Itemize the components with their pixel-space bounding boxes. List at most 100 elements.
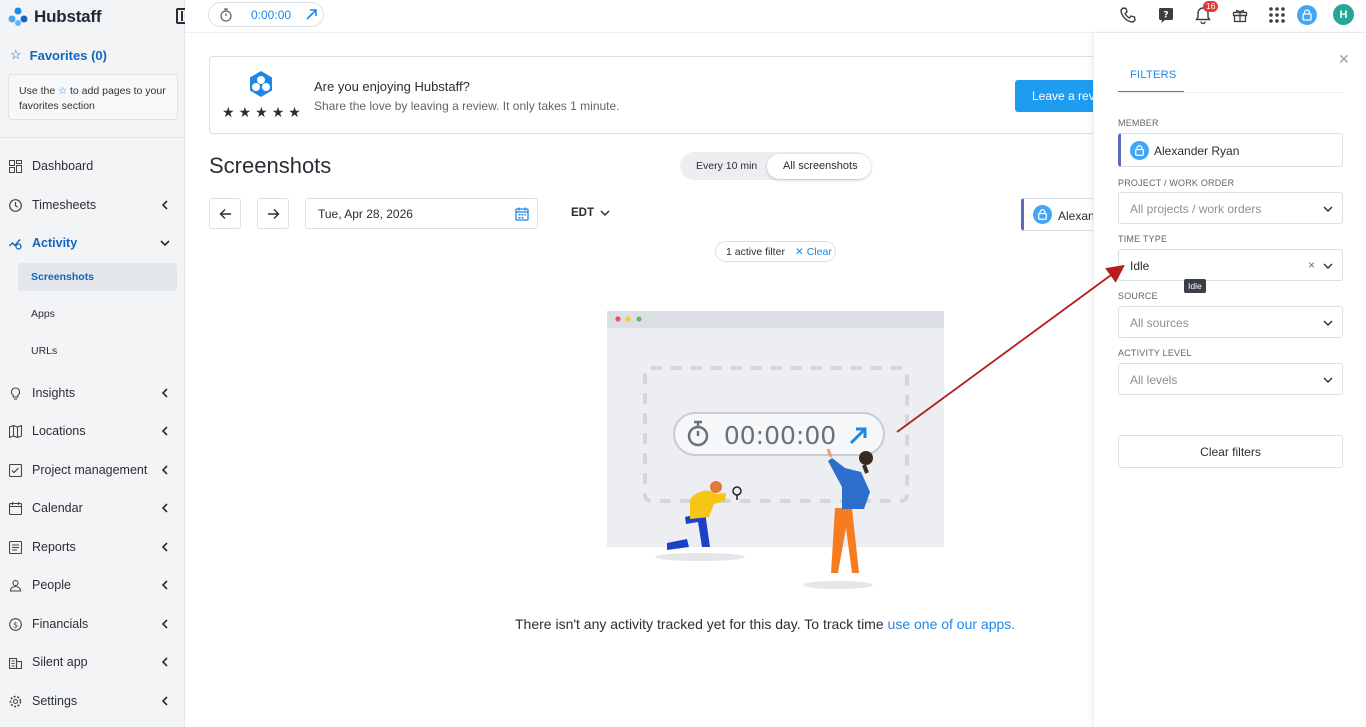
- chevron-left-icon: [161, 426, 168, 436]
- checklist-icon: [9, 463, 22, 477]
- sidebar-item-timesheets[interactable]: Timesheets: [0, 191, 185, 219]
- filters-panel: ✕ FILTERS MEMBER Alexander Ryan PROJECT …: [1093, 33, 1366, 727]
- chevron-down-icon: [1323, 263, 1333, 269]
- favorites-header[interactable]: ☆ Favorites (0): [10, 47, 107, 63]
- star-icon[interactable]: ★: [288, 104, 301, 121]
- sidebar-item-label: Reports: [32, 540, 76, 554]
- chevron-down-icon: [1323, 377, 1333, 383]
- member-select[interactable]: Alexander Ryan: [1021, 198, 1101, 231]
- page-title: Screenshots: [209, 153, 332, 178]
- chevron-left-icon: [161, 503, 168, 513]
- sidebar-item-insights[interactable]: Insights: [0, 379, 185, 407]
- report-icon: [9, 540, 22, 554]
- member-avatar-icon: [1130, 141, 1149, 160]
- member-filter-select[interactable]: Alexander Ryan: [1118, 133, 1343, 167]
- clear-selection-icon[interactable]: ×: [1308, 258, 1315, 272]
- chevron-left-icon: [161, 580, 168, 590]
- date-picker[interactable]: Tue, Apr 28, 2026: [305, 198, 538, 229]
- calendar-icon: [9, 501, 22, 515]
- apps-grid-icon[interactable]: [1267, 5, 1287, 25]
- time-type-label: TIME TYPE: [1118, 234, 1168, 244]
- sidebar-item-label: Financials: [32, 617, 89, 631]
- chevron-left-icon: [161, 542, 168, 552]
- review-banner: ★ ★ ★ ★ ★ Are you enjoying Hubstaff? Sha…: [209, 56, 1175, 134]
- sidebar-divider: [0, 137, 185, 138]
- star-icon[interactable]: ★: [272, 104, 285, 121]
- chevron-left-icon: [161, 696, 168, 706]
- sidebar-item-reports[interactable]: Reports: [0, 533, 185, 561]
- arrow-left-icon: [219, 209, 231, 219]
- sidebar-item-locations[interactable]: Locations: [0, 417, 185, 445]
- phone-icon[interactable]: [1118, 5, 1138, 25]
- help-icon[interactable]: ?: [1156, 5, 1176, 25]
- sidebar-item-label: Activity: [32, 236, 78, 250]
- org-avatar-icon[interactable]: [1297, 5, 1317, 25]
- date-value: Tue, Apr 28, 2026: [318, 207, 413, 221]
- project-placeholder: All projects / work orders: [1130, 202, 1262, 216]
- sidebar-subitem-urls[interactable]: URLs: [18, 337, 177, 365]
- sidebar-item-label: Timesheets: [32, 198, 97, 212]
- lightbulb-icon: [10, 386, 21, 400]
- clock-icon: [9, 198, 22, 212]
- sidebar-item-silent-app[interactable]: Silent app: [0, 648, 185, 676]
- activity-level-filter-select[interactable]: All levels: [1118, 363, 1343, 395]
- toggle-every-10-min[interactable]: Every 10 min: [696, 160, 757, 172]
- sidebar-item-people[interactable]: People: [0, 571, 185, 599]
- sidebar-item-dashboard[interactable]: Dashboard: [0, 152, 185, 180]
- sidebar-item-label: Calendar: [32, 501, 83, 515]
- clear-filters-button[interactable]: Clear filters: [1118, 435, 1343, 468]
- calendar-icon[interactable]: [515, 207, 529, 221]
- close-icon[interactable]: ✕: [1338, 51, 1350, 68]
- sidebar-item-settings[interactable]: Settings: [0, 687, 185, 715]
- banner-subtitle: Share the love by leaving a review. It o…: [314, 99, 620, 113]
- star-icon[interactable]: ★: [222, 104, 235, 121]
- timezone-select[interactable]: EDT: [571, 207, 610, 219]
- previous-day-button[interactable]: [209, 198, 241, 229]
- svg-text:?: ?: [1163, 11, 1168, 21]
- chevron-down-icon: [1323, 320, 1333, 326]
- sidebar-item-financials[interactable]: $ Financials: [0, 610, 185, 638]
- sidebar-item-calendar[interactable]: Calendar: [0, 494, 185, 522]
- next-day-button[interactable]: [257, 198, 289, 229]
- chevron-down-icon: [1323, 206, 1333, 212]
- arrow-right-icon: [268, 209, 280, 219]
- sidebar-subitem-apps[interactable]: Apps: [18, 300, 177, 328]
- activity-level-placeholder: All levels: [1130, 373, 1178, 387]
- timer-value: 0:00:00: [251, 8, 292, 22]
- topbar: 0:00:00 ? 16 H: [185, 0, 1366, 33]
- star-icon[interactable]: ★: [255, 104, 268, 121]
- source-filter-select[interactable]: All sources: [1118, 306, 1343, 338]
- stopwatch-icon: [220, 8, 232, 22]
- svg-text:$: $: [13, 620, 18, 629]
- chevron-left-icon: [161, 619, 168, 629]
- clear-filter-link[interactable]: ✕ Clear: [795, 246, 832, 258]
- gift-icon[interactable]: [1230, 5, 1250, 25]
- person-icon: [9, 579, 22, 592]
- toggle-all-screenshots[interactable]: All screenshots: [767, 154, 871, 179]
- apps-link[interactable]: use one of our apps.: [888, 616, 1016, 632]
- chevron-down-icon: [160, 240, 170, 247]
- tab-filters[interactable]: FILTERS: [1118, 69, 1184, 93]
- screenshot-interval-toggle: Every 10 min All screenshots: [680, 152, 871, 180]
- sidebar-item-label: People: [32, 578, 71, 592]
- favorites-label: Favorites (0): [29, 47, 107, 63]
- chevron-left-icon: [161, 657, 168, 667]
- illus-timer-text: 00:00:00: [724, 421, 836, 450]
- logo-text: Hubstaff: [34, 7, 102, 26]
- sidebar-item-activity[interactable]: Activity: [0, 229, 185, 257]
- user-avatar[interactable]: H: [1333, 4, 1354, 25]
- time-type-filter-select[interactable]: Idle ×: [1118, 249, 1343, 281]
- star-icon[interactable]: ★: [239, 104, 252, 121]
- timer-widget[interactable]: 0:00:00: [208, 2, 324, 27]
- tab-underline: [1118, 92, 1343, 93]
- sidebar-item-project-management[interactable]: Project management: [0, 456, 185, 484]
- project-filter-select[interactable]: All projects / work orders: [1118, 192, 1343, 224]
- hubstaff-logo-icon: [8, 7, 28, 26]
- rating-stars[interactable]: ★ ★ ★ ★ ★: [222, 104, 301, 121]
- chevron-left-icon: [161, 388, 168, 398]
- sidebar-item-label: Project management: [32, 463, 148, 477]
- logo[interactable]: Hubstaff: [8, 6, 102, 28]
- map-icon: [9, 424, 22, 438]
- sidebar-subitem-screenshots[interactable]: Screenshots: [18, 263, 177, 291]
- arrow-up-right-icon[interactable]: [306, 9, 317, 20]
